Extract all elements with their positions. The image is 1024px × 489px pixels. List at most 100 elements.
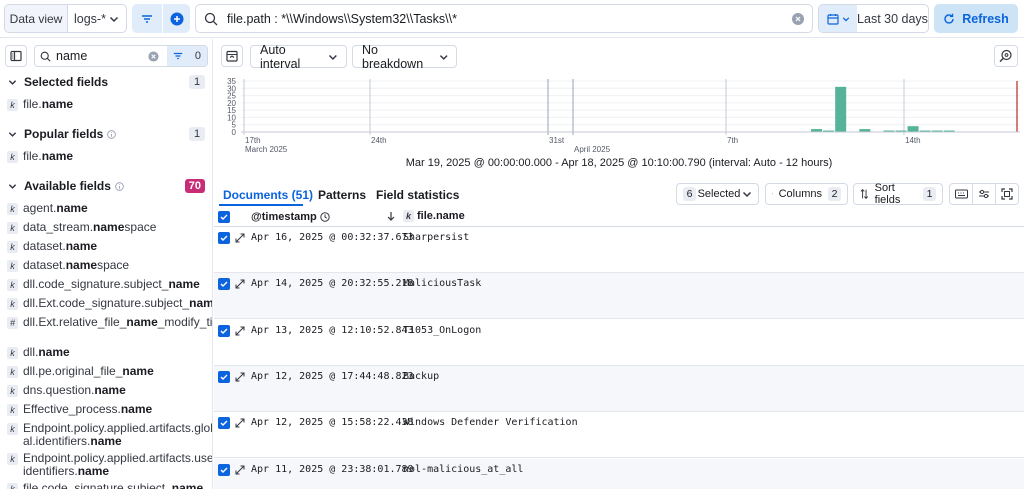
add-filter-button[interactable]: [162, 4, 190, 33]
columns-button[interactable]: Columns 2: [765, 183, 848, 205]
field-item[interactable]: k dns.question.name: [0, 384, 212, 397]
row-checkbox[interactable]: [218, 232, 230, 244]
available-fields-count: 70: [184, 179, 205, 193]
plus-circle-icon: [170, 12, 183, 25]
selected-label: Selected: [697, 188, 741, 200]
fullscreen-button[interactable]: [996, 184, 1018, 204]
refresh-label: Refresh: [962, 11, 1009, 26]
expand-icon[interactable]: [235, 372, 245, 382]
expand-icon[interactable]: [235, 418, 245, 428]
row-checkbox[interactable]: [218, 324, 230, 337]
histogram-bar[interactable]: [907, 126, 919, 132]
display-settings-button[interactable]: [973, 184, 996, 204]
row-timestamp: Apr 12, 2025 @ 15:58:22.438: [251, 417, 414, 429]
y-tick-label: 35: [227, 77, 236, 86]
table-row[interactable]: Apr 12, 2025 @ 15:58:22.438 Windows Defen…: [214, 412, 1024, 459]
date-range-text[interactable]: Last 30 days: [857, 5, 928, 32]
field-item[interactable]: k dll.code_signature.subject_name: [0, 278, 212, 291]
column-header-file-name[interactable]: k file.name: [403, 210, 465, 222]
top-bar: Data view logs-* file.path : *\\Windows\…: [0, 0, 1024, 38]
interval-select[interactable]: Auto interval: [250, 42, 347, 71]
filter-menu-button[interactable]: [132, 4, 162, 33]
expand-icon[interactable]: [235, 279, 245, 289]
data-view-label: Data view: [5, 5, 68, 32]
date-picker[interactable]: Last 30 days: [818, 4, 929, 33]
chevron-down-icon: [742, 191, 752, 198]
chevron-down-icon: [842, 16, 849, 22]
select-all-checkbox[interactable]: [218, 211, 230, 223]
expand-icon[interactable]: [235, 465, 245, 475]
chevron-down-icon: [8, 131, 17, 137]
selected-docs-button[interactable]: 6 Selected: [676, 183, 759, 205]
field-item[interactable]: k Endpoint.policy.applied.artifacts.glob …: [0, 422, 212, 448]
sort-descending-icon[interactable]: [386, 211, 396, 222]
field-type-icon: k: [7, 483, 18, 489]
chevron-down-icon: [8, 183, 17, 189]
selected-fields-count: 1: [189, 75, 205, 89]
refresh-button[interactable]: Refresh: [934, 4, 1018, 33]
field-type-icon: k: [7, 203, 18, 215]
field-item[interactable]: k dataset.name: [0, 240, 212, 253]
row-checkbox[interactable]: [218, 370, 230, 383]
search-icon: [40, 51, 51, 62]
date-quick-menu[interactable]: [819, 5, 857, 32]
tab-patterns[interactable]: Patterns: [318, 188, 366, 202]
grid-view-controls: [949, 183, 1019, 205]
interval-value: Auto interval: [260, 42, 301, 71]
field-item[interactable]: kdll.Ext.code_signature.subject_name: [0, 297, 212, 310]
info-icon: [115, 181, 124, 191]
table-row[interactable]: Apr 11, 2025 @ 23:38:01.789 nol-malicious…: [214, 458, 1024, 489]
data-view-picker[interactable]: Data view logs-*: [4, 4, 127, 33]
toggle-chart-button[interactable]: [221, 45, 243, 67]
row-timestamp: Apr 16, 2025 @ 00:32:37.673: [251, 232, 414, 243]
chart-options-button[interactable]: [994, 45, 1018, 67]
row-file-name: Backup: [403, 370, 440, 382]
breakdown-select[interactable]: No breakdown: [352, 43, 457, 71]
histogram-bar[interactable]: [835, 86, 847, 132]
refresh-icon: [944, 13, 954, 24]
row-checkbox[interactable]: [218, 278, 230, 291]
expand-icon[interactable]: [235, 326, 245, 336]
tab-field-statistics[interactable]: Field statistics: [376, 188, 459, 202]
field-search-value: name: [56, 49, 88, 63]
collapse-sidebar-button[interactable]: [5, 45, 27, 67]
selected-fields-header[interactable]: Selected fields 1: [0, 72, 212, 92]
field-item[interactable]: k agent.name: [0, 202, 212, 215]
table-row[interactable]: Apr 16, 2025 @ 00:32:37.673 Sharpersist: [214, 227, 1024, 273]
active-tab-indicator: [219, 204, 303, 206]
row-checkbox[interactable]: [218, 463, 230, 476]
field-item[interactable]: #dll.Ext.relative_file_name_modify_time: [0, 316, 212, 329]
field-type-icon: k: [7, 366, 18, 378]
expand-icon[interactable]: [235, 233, 245, 243]
query-input[interactable]: file.path : *\\Windows\\System32\\Tasks\…: [195, 4, 813, 33]
row-checkbox[interactable]: [218, 417, 230, 430]
field-item[interactable]: k dataset.namespace: [0, 259, 212, 272]
column-header-timestamp[interactable]: @timestamp: [251, 211, 330, 223]
available-fields-header[interactable]: Available fields 70: [0, 176, 212, 196]
clear-query-icon[interactable]: [792, 12, 804, 25]
clear-search-icon[interactable]: [148, 50, 159, 62]
table-icon: [772, 193, 773, 195]
field-type-icon: k: [7, 279, 18, 291]
field-item[interactable]: k dll.pe.original_file_name: [0, 365, 212, 378]
selected-fields-title: Selected fields: [24, 75, 109, 89]
field-item[interactable]: k file.code_signature.subject_name: [0, 482, 212, 489]
table-row[interactable]: Apr 13, 2025 @ 12:10:52.843 T1053_OnLogon: [214, 320, 1024, 366]
field-item[interactable]: k data_stream.namespace: [0, 221, 212, 234]
table-row[interactable]: Apr 12, 2025 @ 17:44:48.823 Backup: [214, 365, 1024, 412]
popular-fields-header[interactable]: Popular fields 1: [0, 124, 212, 144]
sort-fields-button[interactable]: Sort fields 1: [853, 182, 943, 206]
field-item[interactable]: k Effective_process.name: [0, 403, 212, 416]
field-filter-button[interactable]: 0: [167, 46, 207, 66]
field-search-input[interactable]: name 0: [34, 45, 208, 67]
table-row[interactable]: Apr 14, 2025 @ 20:32:55.218 MaliciousTask: [214, 273, 1024, 320]
field-item-file-name-popular[interactable]: k file.name: [0, 150, 212, 163]
data-view-select[interactable]: logs-*: [68, 5, 126, 32]
grid-header: @timestamp k file.name: [214, 207, 1024, 227]
keyboard-shortcuts-button[interactable]: [950, 184, 973, 204]
field-item[interactable]: k dll.name: [0, 346, 212, 359]
field-item[interactable]: k Endpoint.policy.applied.artifacts.user.…: [0, 452, 212, 478]
field-item-file-name[interactable]: k file.name: [0, 98, 212, 111]
field-filter-count: 0: [194, 50, 202, 62]
tab-documents[interactable]: Documents (51): [223, 188, 313, 202]
